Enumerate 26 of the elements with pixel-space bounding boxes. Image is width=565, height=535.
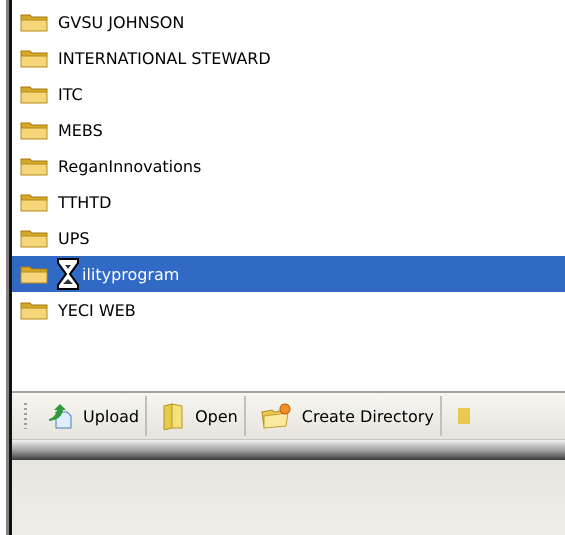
folder-row[interactable]: INTERNATIONAL STEWARD [12,40,565,76]
folder-row[interactable]: YECI WEB [12,292,565,328]
create-button[interactable]: Create Directory [252,396,442,436]
folder-name: GVSU JOHNSON [58,12,184,32]
toolbar-grip[interactable] [24,403,27,429]
open-button[interactable]: Open [153,396,246,436]
folder-row[interactable]: ilityprogram [12,256,565,292]
upload-button[interactable]: Upload [39,396,148,436]
folder-row[interactable]: ITC [12,76,565,112]
upload-icon [47,403,73,429]
folder-name: ReganInnovations [58,156,202,176]
folder-name: UPS [58,228,90,248]
folder-row[interactable]: TTHTD [12,184,565,220]
folder-name: MEBS [58,120,103,140]
folder-row[interactable]: MEBS [12,112,565,148]
splitter[interactable] [12,440,565,460]
folder-name: INTERNATIONAL STEWARD [58,48,271,68]
folder-name: YECI WEB [58,300,136,320]
folder-row[interactable]: UPS [12,220,565,256]
folder-row[interactable]: ReganInnovations [12,148,565,184]
folder-name: ilityprogram [82,264,180,284]
folder-name: ITC [58,84,83,104]
folder-name: TTHTD [58,192,112,212]
folder-row[interactable]: GVSU JOHNSON [12,4,565,40]
folder-add-icon [260,402,292,430]
book-icon [161,402,186,430]
